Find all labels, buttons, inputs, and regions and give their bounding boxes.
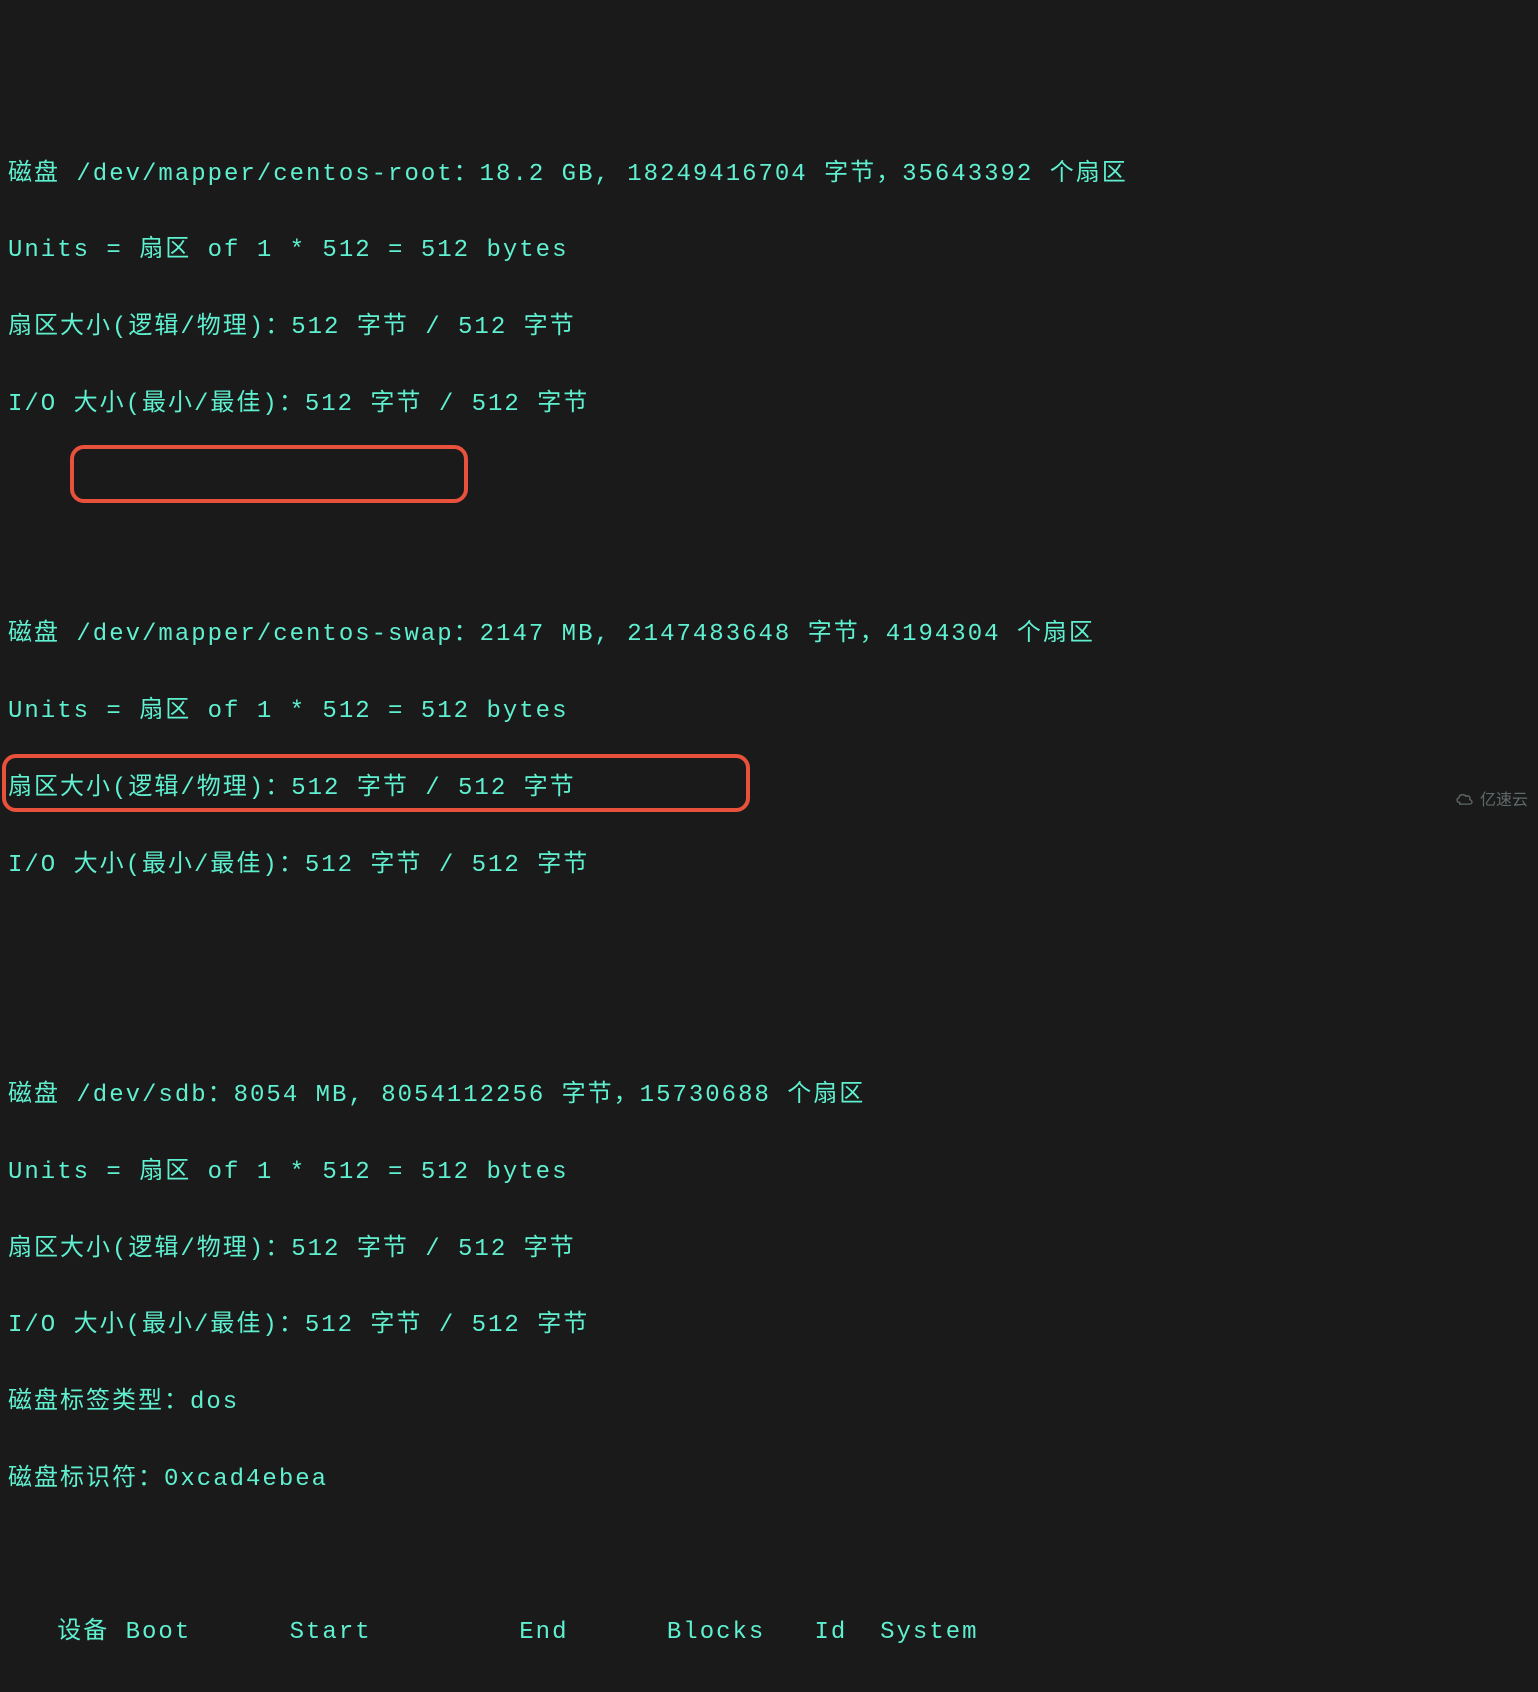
partition-table-header: 设备 Boot Start End Blocks Id System (8, 1614, 1530, 1652)
disk-swap-line3: 扇区大小(逻辑/物理)：512 字节 / 512 字节 (8, 770, 1530, 808)
disk-root-line3: 扇区大小(逻辑/物理)：512 字节 / 512 字节 (8, 309, 1530, 347)
disk-sdb-line1: 磁盘 /dev/sdb：8054 MB, 8054112256 字节，15730… (8, 1077, 1530, 1115)
disk-swap-line2: Units = 扇区 of 1 * 512 = 512 bytes (8, 693, 1530, 731)
disk-sdb-line4: I/O 大小(最小/最佳)：512 字节 / 512 字节 (8, 1307, 1530, 1345)
blank-line (8, 463, 1530, 501)
blank-line (8, 1538, 1530, 1576)
disk-sdb-line2: Units = 扇区 of 1 * 512 = 512 bytes (8, 1154, 1530, 1192)
blank-line (8, 1000, 1530, 1038)
disk-root-line1: 磁盘 /dev/mapper/centos-root：18.2 GB, 1824… (8, 156, 1530, 194)
disk-sdb-line5: 磁盘标签类型：dos (8, 1384, 1530, 1422)
blank-line (8, 923, 1530, 961)
disk-swap-line1: 磁盘 /dev/mapper/centos-swap：2147 MB, 2147… (8, 616, 1530, 654)
disk-swap-line4: I/O 大小(最小/最佳)：512 字节 / 512 字节 (8, 847, 1530, 885)
disk-sdb-line6: 磁盘标识符：0xcad4ebea (8, 1461, 1530, 1499)
disk-root-line2: Units = 扇区 of 1 * 512 = 512 bytes (8, 232, 1530, 270)
disk-sdb-line3: 扇区大小(逻辑/物理)：512 字节 / 512 字节 (8, 1231, 1530, 1269)
partition-table-row: /dev/sdb4 * 256 15730687 7865216 7 HPFS/… (8, 1691, 1530, 1692)
disk-root-line4: I/O 大小(最小/最佳)：512 字节 / 512 字节 (8, 386, 1530, 424)
blank-line (8, 539, 1530, 577)
